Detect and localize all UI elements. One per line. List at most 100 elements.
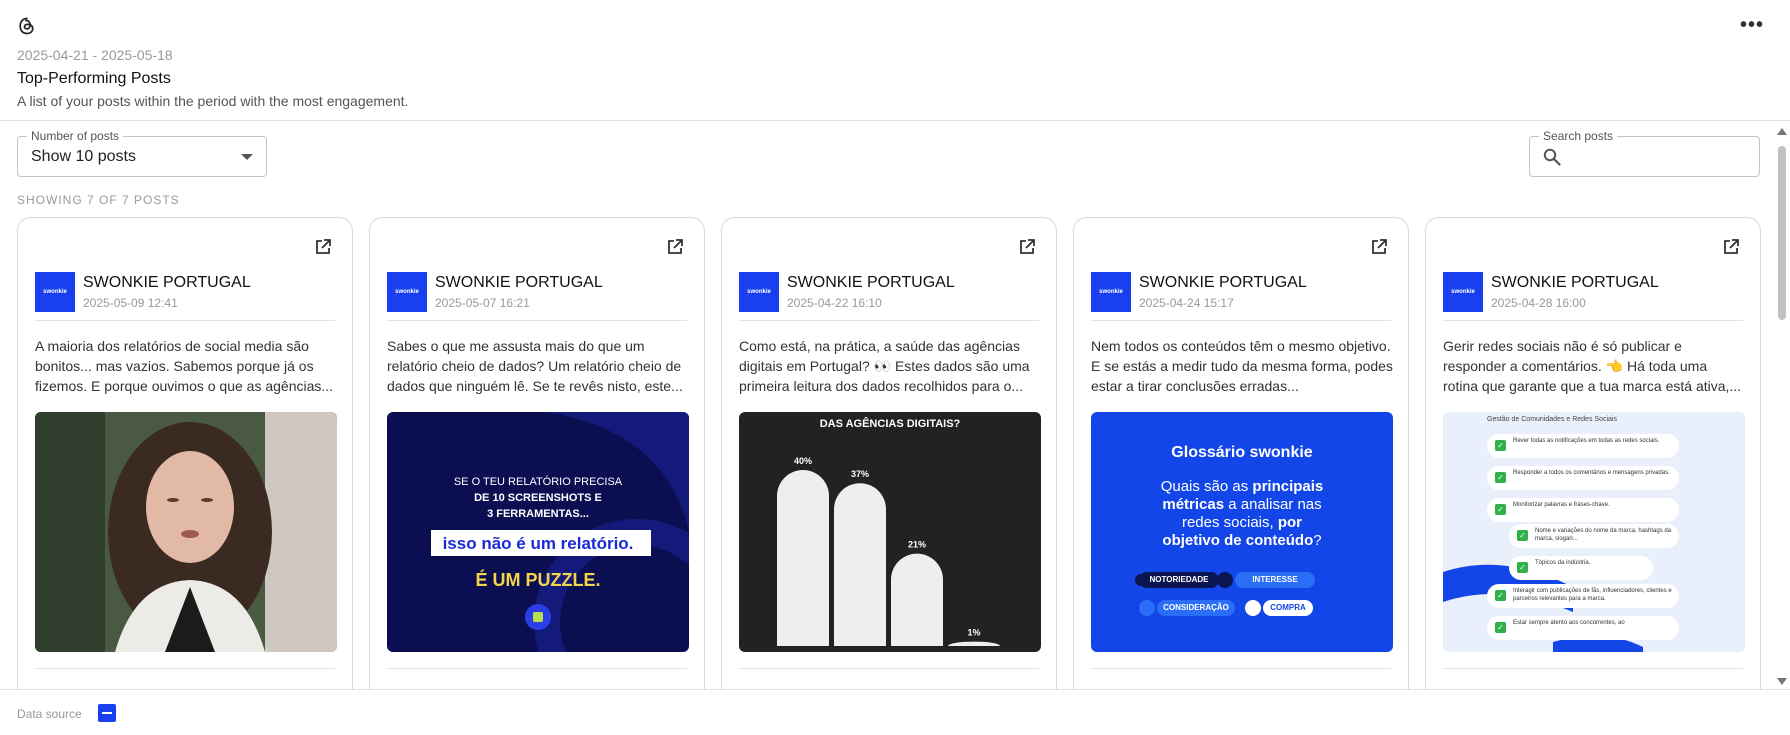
checkbox-icon: ✓ <box>1495 440 1506 451</box>
checklist-item: ✓ Estar sempre atento aos concorrentes, a… <box>1487 616 1679 640</box>
checkbox-icon: ✓ <box>1495 622 1506 633</box>
scroll-thumb[interactable] <box>1778 146 1786 320</box>
media-line-2: DE 10 SCREENSHOTS E <box>474 492 602 504</box>
bar-label: 40% <box>794 456 812 466</box>
divider <box>1443 668 1743 669</box>
scroll-up-arrow-icon[interactable] <box>1777 128 1787 135</box>
bar-label: 21% <box>908 540 926 550</box>
divider <box>739 668 1039 669</box>
q-part: Quais são as <box>1160 478 1253 495</box>
post-image[interactable]: Gestão de Comunidades e Redes Sociais ✓ R… <box>1443 412 1745 652</box>
scroll-down-arrow-icon[interactable] <box>1777 678 1787 685</box>
data-source-label: Data source <box>17 707 82 721</box>
account-name: SWONKIE PORTUGAL <box>435 274 603 291</box>
checkbox-icon: ✓ <box>1517 530 1528 541</box>
q-part: a analisar nas <box>1224 496 1322 513</box>
external-link-icon[interactable] <box>1370 238 1388 256</box>
post-image[interactable]: DAS AGÊNCIAS DIGITAIS? 40% 37% 21% 1% <box>739 412 1041 652</box>
bar <box>777 470 829 646</box>
post-text: Como está, na prática, a saúde das agênc… <box>739 338 1030 394</box>
tag-interesse: INTERESSE <box>1235 572 1315 588</box>
rocket-icon <box>1135 574 1147 586</box>
avatar: swonkie <box>387 272 427 312</box>
bar <box>834 483 886 646</box>
q-part: objetivo de conteúdo <box>1162 532 1314 549</box>
post-video-thumbnail[interactable] <box>35 412 337 652</box>
avatar: swonkie <box>1443 272 1483 312</box>
checkbox-icon: ✓ <box>1495 472 1506 483</box>
media-question: Quais são as principais métricas a anali… <box>1091 478 1393 550</box>
more-options-button[interactable]: ••• <box>1740 14 1764 37</box>
checklist-item-text: Monitorizar palavras e frases-chave. <box>1513 502 1610 508</box>
checklist-item-text: Interagir com publicações de fãs, influe… <box>1513 588 1672 602</box>
divider <box>387 668 687 669</box>
post-timestamp: 2025-04-22 16:10 <box>787 296 882 310</box>
divider <box>739 320 1039 321</box>
checkbox-icon: ✓ <box>1517 562 1528 573</box>
location-pin-icon <box>1245 600 1261 616</box>
post-card: swonkie SWONKIE PORTUGAL 2025-04-28 16:0… <box>1425 217 1761 689</box>
external-link-icon[interactable] <box>1722 238 1740 256</box>
search-input[interactable] <box>1570 145 1750 169</box>
divider <box>35 668 335 669</box>
account-name: SWONKIE PORTUGAL <box>787 274 955 291</box>
tag-notoriedade: NOTORIEDADE <box>1139 572 1219 588</box>
checklist-item: ✓ Nome e variações do nome da marca, hash… <box>1509 524 1679 548</box>
post-timestamp: 2025-04-24 15:17 <box>1139 296 1234 310</box>
checklist-item: ✓ Rever todas as notificações em todas as… <box>1487 434 1679 458</box>
post-card: swonkie SWONKIE PORTUGAL 2025-05-07 16:2… <box>369 217 705 689</box>
eyes-icon <box>1217 572 1233 588</box>
media-line-1: SE O TEU RELATÓRIO PRECISA <box>453 476 623 488</box>
post-image[interactable]: SE O TEU RELATÓRIO PRECISA DE 10 SCREENS… <box>387 412 689 652</box>
post-timestamp: 2025-04-28 16:00 <box>1491 296 1586 310</box>
avatar: swonkie <box>739 272 779 312</box>
external-link-icon[interactable] <box>1018 238 1036 256</box>
bar <box>948 641 1000 646</box>
vertical-scrollbar[interactable] <box>1776 126 1790 689</box>
data-source-badge-icon[interactable] <box>98 704 116 722</box>
checklist-item: ✓ Tópicos da indústria. <box>1509 556 1653 580</box>
puzzle-icon <box>525 604 551 630</box>
divider <box>1443 320 1743 321</box>
post-timestamp: 2025-05-09 12:41 <box>83 296 178 310</box>
caret-down-icon <box>241 154 253 160</box>
external-link-icon[interactable] <box>666 238 684 256</box>
number-of-posts-select[interactable]: Number of posts Show 10 posts <box>17 129 267 177</box>
search-icon <box>1543 148 1561 166</box>
media-puzzle: É UM PUZZLE. <box>475 570 601 590</box>
post-card: swonkie SWONKIE PORTUGAL 2025-04-22 16:1… <box>721 217 1057 689</box>
divider <box>1091 668 1391 669</box>
q-part: ? <box>1313 532 1322 549</box>
avatar: swonkie <box>35 272 75 312</box>
checklist-item-text: Nome e variações do nome da marca, hasht… <box>1535 528 1672 542</box>
account-name: SWONKIE PORTUGAL <box>1139 274 1307 291</box>
checklist-heading: Gestão de Comunidades e Redes Sociais <box>1487 416 1617 423</box>
external-link-icon[interactable] <box>314 238 332 256</box>
posts-list: swonkie SWONKIE PORTUGAL 2025-05-09 12:4… <box>17 217 1762 689</box>
number-of-posts-value: Show 10 posts <box>31 148 136 165</box>
account-name: SWONKIE PORTUGAL <box>1491 274 1659 291</box>
divider <box>387 320 687 321</box>
showing-count: SHOWING 7 OF 7 POSTS <box>17 193 180 207</box>
post-timestamp: 2025-05-07 16:21 <box>435 296 530 310</box>
post-image[interactable]: Glossário swonkie Quais são as principai… <box>1091 412 1393 652</box>
search-posts-field[interactable]: Search posts <box>1529 129 1760 177</box>
bar-graphic: 40% 37% 21% 1% <box>777 456 1000 646</box>
checklist-item-text: Tópicos da indústria. <box>1535 560 1591 566</box>
bar-label: 37% <box>851 469 869 479</box>
checkbox-icon: ✓ <box>1495 590 1506 601</box>
post-text: Gerir redes sociais não é só publicar e … <box>1443 338 1742 394</box>
media-highlight: isso não é um relatório. <box>442 534 634 553</box>
person-illustration <box>35 412 337 652</box>
post-card: swonkie SWONKIE PORTUGAL 2025-04-24 15:1… <box>1073 217 1409 689</box>
date-range: 2025-04-21 - 2025-05-18 <box>17 47 173 63</box>
checklist-item-text: Rever todas as notificações em todas as … <box>1513 438 1660 444</box>
media-title: Glossário swonkie <box>1171 444 1313 461</box>
checkbox-icon: ✓ <box>1495 504 1506 515</box>
tag-compra: COMPRA <box>1263 600 1313 616</box>
divider <box>1091 320 1391 321</box>
threads-logo-icon <box>19 17 34 35</box>
post-card: swonkie SWONKIE PORTUGAL 2025-05-09 12:4… <box>17 217 353 689</box>
checklist-item: ✓ Responder a todos os comentários e mens… <box>1487 466 1679 490</box>
checklist-item-text: Responder a todos os comentários e mensa… <box>1513 470 1670 476</box>
